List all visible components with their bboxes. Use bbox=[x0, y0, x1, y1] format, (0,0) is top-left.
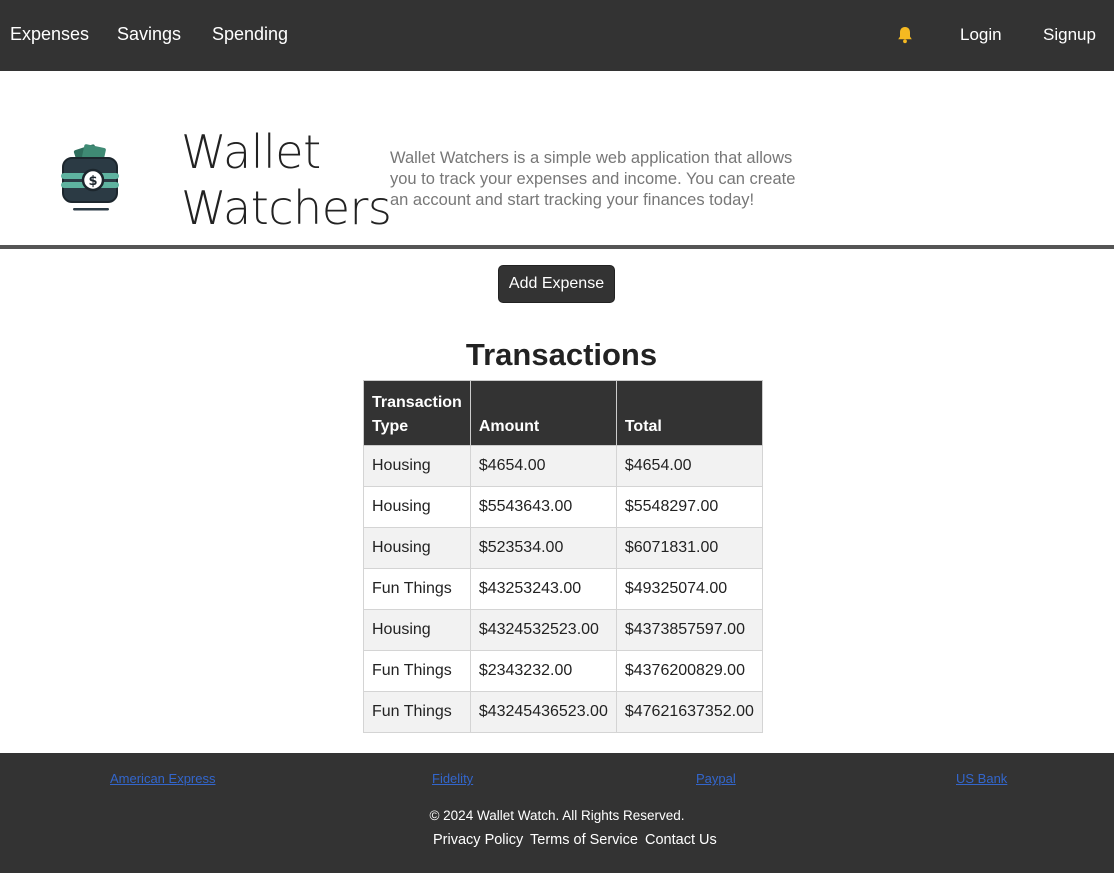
privacy-policy-link[interactable]: Privacy Policy bbox=[433, 832, 523, 848]
wallet-icon: $ bbox=[61, 144, 119, 211]
cell-amount: $43253243.00 bbox=[469, 568, 617, 610]
nav-expenses-link[interactable]: Expenses bbox=[10, 22, 89, 46]
nav-spending-link[interactable]: Spending bbox=[212, 22, 288, 46]
brand-line-1: Wallet bbox=[181, 125, 321, 179]
table-row: Housing $5543643.00 $5548297.00 bbox=[363, 486, 763, 528]
contact-us-link[interactable]: Contact Us bbox=[645, 832, 717, 848]
login-link[interactable]: Login bbox=[960, 24, 1002, 46]
cell-type: Housing bbox=[363, 486, 471, 528]
footer-link-american-express[interactable]: American Express bbox=[110, 771, 215, 786]
header-amount: Amount bbox=[469, 380, 617, 446]
table-row: Fun Things $43253243.00 $49325074.00 bbox=[363, 568, 763, 610]
cell-type: Fun Things bbox=[363, 568, 471, 610]
cell-total: $4654.00 bbox=[615, 445, 763, 487]
header-total: Total bbox=[615, 380, 763, 446]
top-navbar: Expenses Savings Spending Login Signup bbox=[0, 0, 1114, 71]
hero-divider bbox=[0, 245, 1114, 249]
table-row: Housing $4654.00 $4654.00 bbox=[363, 445, 763, 487]
cell-total: $4373857597.00 bbox=[615, 609, 763, 651]
cell-amount: $4654.00 bbox=[469, 445, 617, 487]
cell-amount: $2343232.00 bbox=[469, 650, 617, 692]
header-transaction-type: Transaction Type bbox=[363, 380, 471, 446]
cell-total: $49325074.00 bbox=[615, 568, 763, 610]
brand-title: Wallet Watchers bbox=[181, 124, 392, 236]
cell-type: Fun Things bbox=[363, 650, 471, 692]
cell-amount: $4324532523.00 bbox=[469, 609, 617, 651]
table-row: Fun Things $43245436523.00 $47621637352.… bbox=[363, 691, 763, 733]
cell-total: $4376200829.00 bbox=[615, 650, 763, 692]
hero-section: $ Wallet Watchers Wallet Watchers is a s… bbox=[0, 71, 1114, 245]
cell-amount: $5543643.00 bbox=[469, 486, 617, 528]
copyright-text: © 2024 Wallet Watch. All Rights Reserved… bbox=[429, 808, 685, 823]
cell-amount: $523534.00 bbox=[469, 527, 617, 569]
table-row: Fun Things $2343232.00 $4376200829.00 bbox=[363, 650, 763, 692]
cell-amount: $43245436523.00 bbox=[469, 691, 617, 733]
page-footer: American Express Fidelity Paypal US Bank… bbox=[0, 753, 1114, 873]
table-header-row: Transaction Type Amount Total bbox=[363, 380, 763, 446]
bell-icon[interactable] bbox=[895, 25, 915, 45]
cell-total: $5548297.00 bbox=[615, 486, 763, 528]
cell-total: $6071831.00 bbox=[615, 527, 763, 569]
transactions-table: Transaction Type Amount Total Housing $4… bbox=[363, 380, 763, 733]
cell-type: Housing bbox=[363, 445, 471, 487]
footer-link-us-bank[interactable]: US Bank bbox=[956, 771, 1007, 786]
cell-type: Housing bbox=[363, 527, 471, 569]
cell-type: Housing bbox=[363, 609, 471, 651]
brand-line-2: Watchers bbox=[181, 181, 392, 235]
add-expense-button[interactable]: Add Expense bbox=[498, 265, 615, 303]
terms-of-service-link[interactable]: Terms of Service bbox=[530, 832, 638, 848]
transactions-heading: Transactions bbox=[465, 337, 658, 372]
table-row: Housing $523534.00 $6071831.00 bbox=[363, 527, 763, 569]
table-row: Housing $4324532523.00 $4373857597.00 bbox=[363, 609, 763, 651]
cell-total: $47621637352.00 bbox=[615, 691, 763, 733]
svg-text:$: $ bbox=[88, 174, 97, 189]
tagline-text: Wallet Watchers is a simple web applicat… bbox=[390, 149, 796, 209]
cell-type: Fun Things bbox=[363, 691, 471, 733]
signup-link[interactable]: Signup bbox=[1043, 24, 1096, 46]
footer-link-fidelity[interactable]: Fidelity bbox=[432, 771, 473, 786]
nav-savings-link[interactable]: Savings bbox=[117, 22, 181, 46]
footer-link-paypal[interactable]: Paypal bbox=[696, 771, 736, 786]
